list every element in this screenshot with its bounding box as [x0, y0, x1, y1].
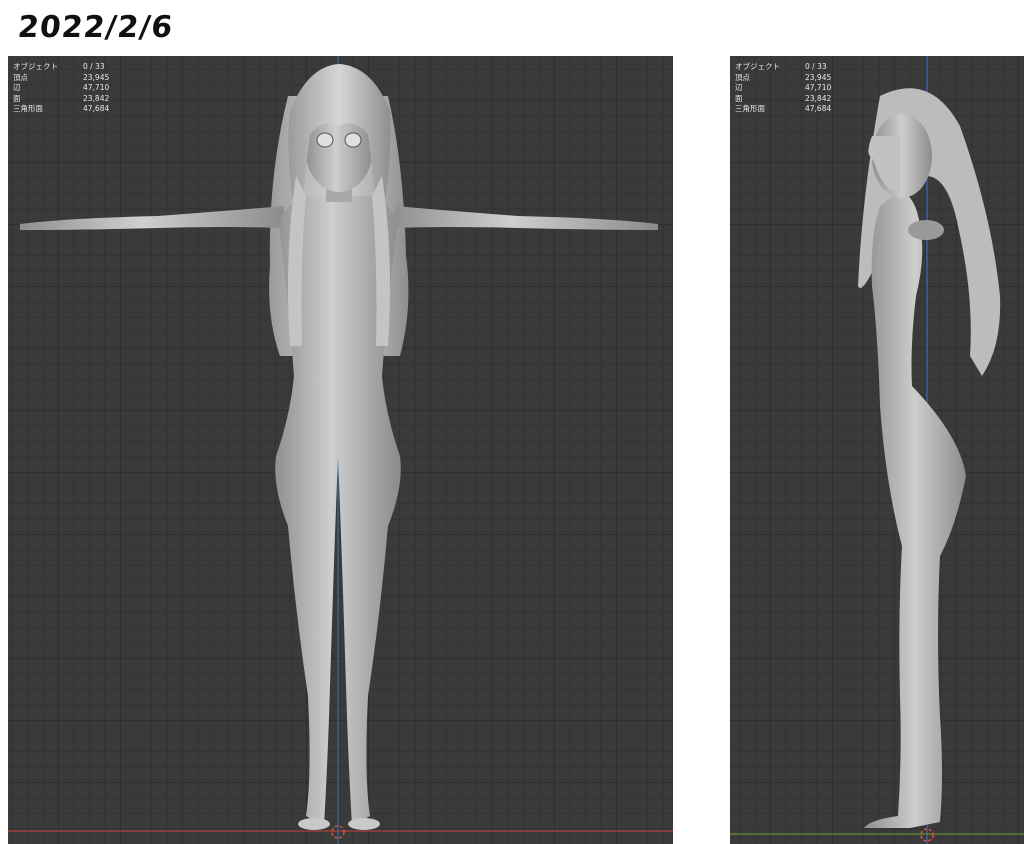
stat-value-triangles: 47,684 [805, 104, 832, 113]
arm-right [391, 206, 658, 230]
date-title: 2022/2/6 [16, 10, 176, 45]
side-scene [730, 56, 1024, 844]
stat-label-triangles: 三角形面 [13, 104, 43, 113]
stat-label-faces: 面 [735, 93, 743, 103]
eye-left [316, 132, 334, 148]
eye-right [344, 132, 362, 148]
scene-statistics: オブジェクト 0 / 33 頂点 23,945 辺 47,710 面 23,842 三角… [13, 62, 109, 115]
foot-left [298, 818, 330, 830]
stat-label-objects: オブジェクト [13, 62, 58, 71]
viewport-side[interactable]: オブジェクト 0 / 33 頂点 23,945 辺 47,710 面 23,842 三角… [730, 56, 1024, 844]
stat-value-faces: 23,842 [805, 93, 832, 103]
viewport-front[interactable]: オブジェクト 0 / 33 頂点 23,945 辺 47,710 面 23,842 三角… [8, 56, 673, 844]
stat-label-objects: オブジェクト [735, 62, 780, 71]
front-scene [8, 56, 673, 844]
stat-value-edges: 47,710 [83, 83, 110, 92]
scene-statistics: オブジェクト 0 / 33 頂点 23,945 辺 47,710 面 23,842 三角… [735, 62, 831, 115]
stat-label-faces: 面 [13, 93, 21, 103]
stat-label-edges: 辺 [13, 83, 21, 92]
stat-value-vertices: 23,945 [83, 72, 110, 82]
arm-left [20, 206, 288, 230]
foot-right [348, 818, 380, 830]
stat-value-objects: 0 / 33 [805, 62, 827, 71]
stat-value-vertices: 23,945 [805, 72, 832, 82]
stat-value-objects: 0 / 33 [83, 62, 105, 71]
stat-label-triangles: 三角形面 [735, 104, 765, 113]
stat-label-vertices: 頂点 [13, 72, 28, 82]
stat-value-faces: 23,842 [83, 93, 110, 103]
side-body [864, 191, 966, 828]
stat-label-vertices: 頂点 [735, 72, 750, 82]
stat-label-edges: 辺 [735, 83, 743, 92]
stat-value-edges: 47,710 [805, 83, 832, 92]
side-arm-stub [908, 220, 944, 240]
stat-value-triangles: 47,684 [83, 104, 110, 113]
